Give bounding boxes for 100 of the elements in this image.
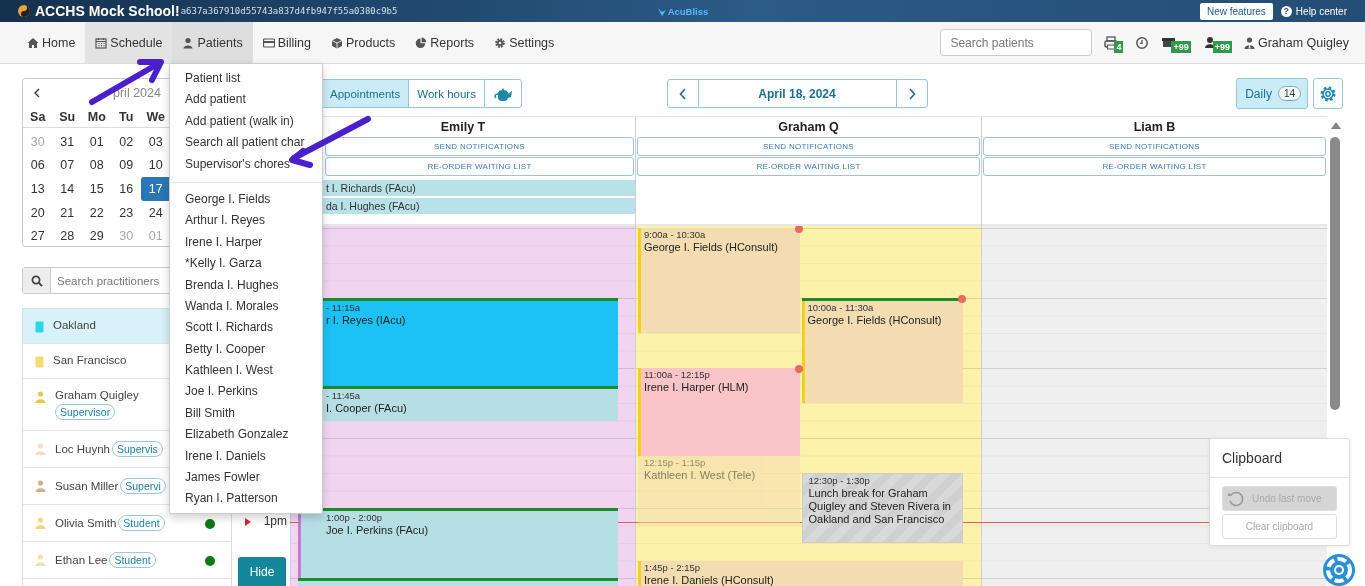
column-action-button[interactable]: SEND NOTIFICATIONS <box>637 137 980 156</box>
weekday-label: Sa <box>23 106 53 128</box>
calendar-day[interactable]: 07 <box>52 153 82 178</box>
nav-tab[interactable]: Settings <box>484 22 565 63</box>
person-icon <box>182 36 195 49</box>
break-block[interactable]: 12:30p - 1:30p Lunch break for Graham Quigley and Steven Rivera in Oakland and San Francisco <box>801 473 963 543</box>
view-tab[interactable]: Work hours <box>408 79 485 108</box>
appointment-block[interactable]: 9:00a - 10:30a George I. Fields (HConsult) <box>638 228 800 333</box>
count-badge: +99 <box>1171 41 1191 53</box>
undo-icon <box>1227 489 1245 508</box>
credit-card-icon <box>262 36 275 49</box>
calendar-day[interactable]: 16 <box>111 177 141 201</box>
appointment-block[interactable]: 1:00p - 2:00p Joe I. Perkins (FAcu) <box>298 508 618 578</box>
school-name: ACCHS Mock School! <box>35 3 180 19</box>
settings-icon <box>1319 84 1337 103</box>
event-title: George I. Fields (HConsult) <box>807 314 943 327</box>
calendar-day[interactable]: 15 <box>82 177 112 201</box>
calendar-day[interactable]: 20 <box>23 200 53 225</box>
nav-tab[interactable]: Reports <box>405 22 485 63</box>
column-action-button[interactable]: RE-ORDER WAITING LIST <box>983 157 1326 176</box>
calendar-day[interactable]: 08 <box>82 153 112 178</box>
weekday-label: Mo <box>82 106 112 128</box>
view-mode-label: Daily <box>1245 86 1272 101</box>
calendar-icon <box>95 36 108 49</box>
nav-tab[interactable]: Home <box>17 22 86 63</box>
column-action-button[interactable]: SEND NOTIFICATIONS <box>983 137 1326 156</box>
calendar-day[interactable]: 13 <box>23 177 53 201</box>
nav-tab[interactable]: Schedule <box>85 22 173 63</box>
event-time: 1:00p - 2:00p <box>326 512 383 523</box>
calendar-day[interactable]: 17 <box>141 177 171 201</box>
chevron-left-icon <box>678 87 687 100</box>
brand-logo: AcuBliss <box>656 5 709 17</box>
chevron-left-icon[interactable] <box>33 88 41 98</box>
view-mode-button[interactable]: Daily 14 <box>1236 78 1308 109</box>
calendar-day[interactable]: 28 <box>52 224 82 249</box>
panel-title: Clipboard <box>1210 439 1349 478</box>
calendar-day[interactable]: 10 <box>141 153 171 178</box>
help-icon: ? <box>1280 5 1292 17</box>
next-day-button[interactable] <box>895 79 928 108</box>
appointment-block[interactable]: 1:45p - 2:15p Irene I. Daniels (HConsult) <box>638 560 963 586</box>
chevron-right-icon <box>907 87 916 100</box>
calendar-day[interactable]: 06 <box>23 153 53 178</box>
menu-item[interactable]: Irene I. Harper <box>170 231 322 254</box>
nav-tab[interactable]: Patients <box>172 22 253 63</box>
scroll-up-icon[interactable] <box>1331 122 1341 129</box>
column-action-button[interactable]: RE-ORDER WAITING LIST <box>637 157 980 176</box>
practitioner-name: Ethan Lee <box>55 554 108 566</box>
calendar-day[interactable]: 01 <box>82 129 112 154</box>
calendar-day[interactable]: 22 <box>82 200 112 225</box>
column-action-button[interactable]: SEND NOTIFICATIONS <box>325 137 634 156</box>
event-time: 1:45p - 2:15p <box>644 561 701 573</box>
calendar-day[interactable]: 24 <box>141 200 171 225</box>
event-title: George I. Fields (HConsult) <box>644 241 779 254</box>
help-link[interactable]: ? Help center <box>1280 5 1347 17</box>
event-title: Irene I. Daniels (HConsult) <box>644 573 775 586</box>
user-menu[interactable]: Graham Quigley <box>1244 35 1349 50</box>
calendar-day[interactable]: 27 <box>23 224 53 249</box>
help-icon[interactable] <box>1322 553 1356 586</box>
menu-item[interactable]: Add patient <box>170 89 322 111</box>
calendar-day[interactable]: 21 <box>52 200 82 225</box>
hide-button[interactable]: Hide <box>238 557 286 586</box>
view-tab[interactable]: Appointments <box>321 79 410 108</box>
nav-tab[interactable]: Billing <box>252 22 321 63</box>
calendar-day[interactable]: 23 <box>111 200 141 225</box>
column-title: Graham Q <box>777 119 840 136</box>
scrollbar-thumb[interactable] <box>1330 137 1340 410</box>
count-badge: +99 <box>1212 41 1232 53</box>
practitioner-name: San Francisco <box>53 354 127 366</box>
calendar-day[interactable]: 14 <box>52 177 82 201</box>
nav-tab[interactable]: Products <box>321 22 406 63</box>
event-title: Lunch break for Graham Quigley and Steven Rivera in Oakland and San Francisco <box>808 487 952 526</box>
menu-item[interactable]: Supervisor's chores <box>170 153 322 175</box>
date-picker-button[interactable]: April 18, 2024 <box>697 79 897 108</box>
event-time: - 11:15a <box>326 302 362 313</box>
menu-item[interactable]: Search all patient char <box>170 132 322 154</box>
calendar-day[interactable]: 09 <box>111 153 141 178</box>
user-icon <box>1244 36 1255 49</box>
column-action-button[interactable]: RE-ORDER WAITING LIST <box>325 157 634 176</box>
menu-item[interactable]: Add patient (walk in) <box>170 110 322 133</box>
calendar-day[interactable]: 02 <box>111 129 141 154</box>
calendar-day[interactable]: 29 <box>82 224 112 249</box>
calendar-day[interactable]: 31 <box>52 129 82 154</box>
event-time: 10:00a - 11:30a <box>807 302 875 313</box>
previous-day-button[interactable] <box>666 79 699 108</box>
cube-icon <box>331 36 343 49</box>
search-field[interactable]: Search patients <box>940 29 1093 56</box>
settings-button[interactable] <box>1313 78 1343 109</box>
calendar-day[interactable]: 03 <box>141 129 171 154</box>
practitioner-row[interactable]: Ethan Lee Student <box>23 542 231 579</box>
time-marker-icon <box>245 518 251 526</box>
appointment-block[interactable]: 11:00a - 12:15p Irene I. Harper (HLM) <box>638 368 800 456</box>
clock-icon[interactable] <box>1135 35 1150 50</box>
appointment-block[interactable]: 10:00a - 11:30a George I. Fields (HConsult) <box>801 298 963 403</box>
time-label: 1pm <box>263 515 287 526</box>
event-time: 12:30p - 1:30p <box>808 475 871 486</box>
menu-item[interactable]: Patient list <box>170 68 322 90</box>
event-time: 11:00a - 12:15p <box>644 369 711 380</box>
event-title: I. Cooper (FAcu) <box>326 401 408 415</box>
new-features-button[interactable]: New features <box>1199 2 1273 20</box>
teapot-button[interactable] <box>483 79 522 108</box>
